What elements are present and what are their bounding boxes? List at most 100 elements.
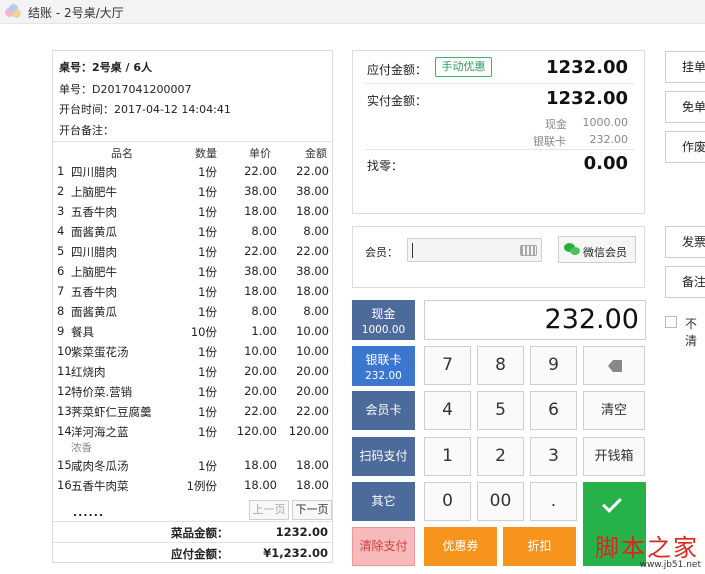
key-8[interactable]: 8 — [477, 346, 524, 385]
header-amount: 金额 — [305, 147, 327, 160]
member-panel: 会员： 微信会员 — [352, 226, 645, 288]
title-bar: 结账 - 2号桌/大厅 — [0, 0, 705, 24]
key-dot[interactable]: . — [530, 482, 577, 521]
scan-pay-button[interactable]: 扫码支付 — [352, 437, 415, 476]
table-row[interactable]: 9 餐具 10份 1.00 10.00 — [53, 321, 332, 341]
site-watermark: 脚本之家 www.jb51.net — [585, 528, 705, 574]
order-number: 单号：D2017041200007 — [59, 83, 192, 96]
item-qty: 1份 — [198, 385, 217, 399]
open-note: 开台备注： — [59, 124, 114, 137]
wechat-member-button[interactable]: 微信会员 — [558, 236, 636, 263]
item-qty: 1份 — [198, 285, 217, 299]
table-row[interactable]: 12 特价菜.营销 1份 20.00 20.00 — [53, 381, 332, 401]
backspace-button[interactable] — [583, 346, 645, 385]
item-amount: 18.00 — [296, 458, 329, 472]
table-row[interactable]: 2 上脑肥牛 1份 38.00 38.00 — [53, 181, 332, 201]
member-input[interactable] — [407, 238, 542, 262]
free-order-button[interactable]: 免单 — [665, 91, 705, 123]
item-number: 12 — [57, 384, 72, 398]
table-row[interactable]: 7 五香牛肉 1份 18.00 18.00 — [53, 281, 332, 301]
key-9[interactable]: 9 — [530, 346, 577, 385]
hang-order-button[interactable]: 挂单 — [665, 51, 705, 83]
item-price: 20.00 — [244, 384, 277, 398]
item-qty: 1份 — [198, 225, 217, 239]
key-2[interactable]: 2 — [477, 437, 524, 476]
divider — [365, 149, 634, 150]
wechat-icon — [564, 243, 580, 256]
item-amount: 120.00 — [288, 424, 329, 438]
key-3[interactable]: 3 — [530, 437, 577, 476]
key-5[interactable]: 5 — [477, 391, 524, 430]
key-6[interactable]: 6 — [530, 391, 577, 430]
item-name: 五香牛肉 — [71, 205, 117, 219]
side-checkbox-label: 不清 — [685, 317, 698, 348]
item-qty: 1份 — [198, 459, 217, 473]
table-row[interactable]: 16 五香牛肉菜 1例份 18.00 18.00 — [53, 475, 332, 495]
side-checkbox[interactable] — [665, 316, 677, 328]
item-number: 4 — [57, 224, 65, 238]
table-row[interactable]: 1 四川腊肉 1份 22.00 22.00 — [53, 161, 332, 181]
clear-payment-button[interactable]: 清除支付 — [352, 527, 415, 566]
key-1[interactable]: 1 — [424, 437, 471, 476]
item-qty: 1例份 — [186, 479, 217, 493]
checkmark-icon — [602, 493, 622, 513]
key-0[interactable]: 0 — [424, 482, 471, 521]
paid-amount: 1232.00 — [546, 88, 628, 109]
table-row[interactable]: 15 咸肉冬瓜汤 1份 18.00 18.00 — [53, 455, 332, 475]
member-card-button[interactable]: 会员卡 — [352, 391, 415, 430]
prev-page-button[interactable]: 上一页 — [249, 500, 289, 520]
key-7[interactable]: 7 — [424, 346, 471, 385]
item-number: 16 — [57, 478, 72, 492]
table-row[interactable]: 13 荠菜虾仁豆腐羹 1份 22.00 22.00 — [53, 401, 332, 421]
item-number: 3 — [57, 204, 65, 218]
item-number: 6 — [57, 264, 65, 278]
table-row[interactable]: 8 面酱黄瓜 1份 8.00 8.00 — [53, 301, 332, 321]
watermark-url-text: www.jb51.net — [639, 560, 701, 570]
next-page-button[interactable]: 下一页 — [292, 500, 332, 520]
change-amount: 0.00 — [583, 153, 628, 174]
table-row[interactable]: 4 面酱黄瓜 1份 8.00 8.00 — [53, 221, 332, 241]
item-price: 22.00 — [244, 244, 277, 258]
table-row[interactable]: 14 洋河海之蓝 1份 120.00 120.00 — [53, 421, 332, 441]
item-name: 特价菜.营销 — [71, 385, 133, 399]
key-4[interactable]: 4 — [424, 391, 471, 430]
table-row[interactable]: 11 红烧肉 1份 20.00 20.00 — [53, 361, 332, 381]
other-method-button[interactable]: 其它 — [352, 482, 415, 521]
item-qty: 1份 — [198, 165, 217, 179]
item-name: 洋河海之蓝 — [71, 425, 129, 439]
item-number: 8 — [57, 304, 65, 318]
coupon-button[interactable]: 优惠券 — [424, 527, 497, 566]
paid-label: 实付金额： — [367, 94, 428, 108]
open-cash-drawer-button[interactable]: 开钱箱 — [583, 437, 645, 476]
table-row[interactable]: 10 紫菜蛋花汤 1份 10.00 10.00 — [53, 341, 332, 361]
clear-input-button[interactable]: 清空 — [583, 391, 645, 430]
discount-button[interactable]: 折扣 — [503, 527, 576, 566]
item-number: 10 — [57, 344, 72, 358]
header-name: 品名 — [111, 147, 133, 160]
manual-discount-button[interactable]: 手动优惠 — [435, 57, 492, 77]
unionpay-method-button[interactable]: 银联卡 232.00 — [352, 346, 415, 386]
table-info: 桌号：2号桌 / 6人 — [59, 61, 152, 74]
item-number: 14 — [57, 424, 72, 438]
due-label: 应付金额： — [367, 63, 428, 77]
item-amount: 22.00 — [296, 404, 329, 418]
table-row[interactable]: 5 四川腊肉 1份 22.00 22.00 — [53, 241, 332, 261]
more-items-indicator: ...... — [73, 506, 105, 519]
item-price: 8.00 — [251, 224, 277, 238]
item-name: 四川腊肉 — [71, 165, 117, 179]
header-price: 单价 — [249, 147, 271, 160]
invoice-button[interactable]: 发票 — [665, 226, 705, 258]
table-row[interactable]: 6 上脑肥牛 1份 38.00 38.00 — [53, 261, 332, 281]
item-price: 10.00 — [244, 344, 277, 358]
keyboard-icon[interactable] — [520, 245, 537, 256]
item-name: 面酱黄瓜 — [71, 225, 117, 239]
item-qty: 10份 — [190, 325, 217, 339]
note-button[interactable]: 备注 — [665, 266, 705, 298]
void-order-button[interactable]: 作废 — [665, 131, 705, 163]
item-name: 餐具 — [71, 325, 94, 339]
cash-method-button[interactable]: 现金 1000.00 — [352, 300, 415, 340]
table-row[interactable]: 3 五香牛肉 1份 18.00 18.00 — [53, 201, 332, 221]
item-amount: 38.00 — [296, 264, 329, 278]
key-00[interactable]: 00 — [477, 482, 524, 521]
item-amount: 10.00 — [296, 324, 329, 338]
